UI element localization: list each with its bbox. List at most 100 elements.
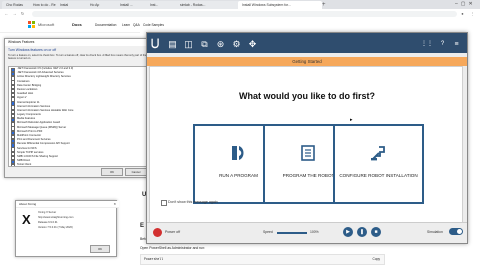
browser-tab[interactable]: Cho Rodas	[2, 1, 31, 9]
run-program-icon	[232, 146, 244, 160]
browser-tab[interactable]: How to do - Re	[29, 1, 58, 9]
power-status-label: Power off	[165, 230, 181, 234]
feature-label: Remote Differential Compression API Supp…	[17, 142, 70, 146]
ok-button[interactable]: OK	[90, 245, 110, 253]
feature-label: .NET Framework 4.8 Advanced Services	[17, 71, 64, 75]
toggle-knob	[457, 229, 462, 234]
run-icon[interactable]: ⊛	[215, 39, 226, 50]
about-title-text: About Xming	[19, 202, 37, 206]
dialog-title: Windows Features ✕	[5, 39, 154, 46]
grid-icon[interactable]: ⋮⋮	[421, 39, 433, 50]
dialog-title-text: Windows Features	[8, 40, 35, 44]
feature-label: Hyper-V	[17, 96, 27, 100]
dialog-heading: Turn Windows features on or off	[8, 48, 57, 52]
docs-section-heading: E	[140, 223, 145, 229]
feature-label: MultiPoint Connector	[17, 134, 42, 137]
new-tab-icon[interactable]: +	[322, 1, 326, 9]
configure-installation-card[interactable]: CONFIGURE ROBOT INSTALLATION	[333, 124, 424, 204]
feature-label: Media Features	[17, 117, 36, 121]
configure-installation-icon	[371, 146, 385, 161]
feature-label: Telnet Client	[17, 163, 32, 167]
url-input[interactable]	[32, 10, 457, 17]
step-icon[interactable]: ❚	[357, 227, 367, 237]
new-file-icon[interactable]: ▤	[167, 39, 178, 50]
xming-logo-icon: X	[22, 212, 31, 227]
feature-label: Microsoft Print to PDF	[17, 129, 43, 133]
feature-label: Data Center Bridging	[17, 83, 42, 87]
menu-icon[interactable]: ⋮	[470, 11, 475, 16]
close-icon[interactable]: ✕	[113, 201, 116, 207]
ok-button[interactable]: OK	[101, 168, 123, 176]
stop-icon[interactable]: ■	[371, 227, 381, 237]
power-off-button[interactable]	[153, 228, 162, 237]
ursim-footer: Power off Speed 100% ▶ ❚ ■ Simulation	[147, 222, 467, 243]
mouse-cursor-icon: ▸	[350, 117, 353, 123]
feature-label: .NET Framework 3.5 (includes .NET 2.0 an…	[17, 67, 74, 70]
ursim-header: ⋃ ▤ ◫ ⧉ ⊛ ⚙ ✥ ⋮⋮ ? ≡	[147, 33, 467, 53]
feature-label: Legacy Components	[17, 113, 41, 117]
cancel-button[interactable]: Cancel	[125, 168, 147, 176]
program-robot-icon	[301, 145, 315, 161]
reload-icon[interactable]: ↻	[20, 11, 25, 16]
feature-label: Internet Information Services Hostable W…	[17, 108, 74, 112]
simulation-toggle[interactable]	[449, 228, 463, 235]
browser-tab-active[interactable]: Install Windows Subsystem for...	[238, 1, 322, 9]
getting-started-bar: Getting Started	[147, 57, 467, 66]
feature-label: Microsoft Message Queue (MSMQ) Server	[17, 125, 67, 129]
ur-logo-icon: ⋃	[151, 38, 160, 49]
nav-learn[interactable]: Learn	[122, 18, 130, 32]
about-line: Version 7.5.0.31 (7 May 2020)	[38, 226, 73, 229]
forward-icon[interactable]: →	[12, 11, 17, 16]
feature-label: Print and Document Services	[17, 138, 51, 142]
brand-name: Microsoft	[38, 22, 55, 27]
about-title: About Xming ✕	[16, 201, 119, 208]
browser-tab[interactable]: Instal	[56, 1, 88, 9]
browser-tab[interactable]: simlab - Rodas...	[176, 1, 240, 9]
dont-show-checkbox[interactable]	[161, 200, 167, 206]
browser-tab[interactable]: Install ...	[116, 1, 148, 9]
back-icon[interactable]: ←	[4, 11, 9, 16]
feature-label: Internet Explorer 11	[17, 100, 40, 104]
about-dialog: About Xming ✕ X Xming X Server http://ww…	[15, 200, 119, 257]
feature-label: Guarded Host	[17, 92, 34, 96]
card-label: CONFIGURE ROBOT INSTALLATION	[339, 173, 418, 178]
docs-paragraph: Open PowerShell as Administrator and run…	[140, 246, 206, 250]
browser-tab[interactable]: Inst...	[146, 1, 178, 9]
browser-tab[interactable]: Ho Ap	[86, 1, 118, 9]
help-icon[interactable]: ?	[437, 39, 448, 50]
docs-section[interactable]: Docs	[72, 18, 82, 32]
feature-label: SMB 1.0/CIFS File Sharing Support	[17, 154, 58, 158]
profile-icon[interactable]: ●	[460, 11, 465, 16]
code-language: Powershell	[144, 257, 164, 261]
nav-documentation[interactable]: Documentation	[95, 18, 116, 32]
feature-checkbox[interactable]	[11, 164, 16, 166]
feature-label: Microsoft Defender Application Guard	[17, 121, 61, 125]
simulation-label: Simulation	[427, 230, 443, 234]
dialog-description: To turn a feature on, select its check b…	[8, 54, 147, 61]
about-line: http://www.straightrunning.com	[38, 216, 74, 219]
speed-value: 100%	[310, 230, 319, 234]
nav-qa[interactable]: Q&A	[133, 18, 140, 32]
open-file-icon[interactable]: ◫	[183, 39, 194, 50]
speed-slider-track[interactable]	[277, 232, 307, 234]
feature-label: Device Lockdown	[17, 87, 38, 91]
feature-list-item[interactable]: Telnet Client	[9, 163, 147, 167]
browser-tab-bar: Cho Rodas How to do - Re Instal Ho Ap In…	[0, 0, 480, 9]
nav-code-samples[interactable]: Code Samples	[143, 18, 164, 32]
hamburger-menu-icon[interactable]: ≡	[451, 39, 462, 50]
feature-label: Active Directory Lightweight Directory S…	[17, 75, 71, 79]
features-list[interactable]: .NET Framework 3.5 (includes .NET 2.0 an…	[8, 66, 148, 167]
about-line: Xming X Server	[38, 211, 57, 214]
window-controls[interactable]: –▢✕	[455, 0, 476, 9]
installation-icon[interactable]: ⚙	[231, 39, 242, 50]
move-icon[interactable]: ✥	[247, 39, 258, 50]
save-icon[interactable]: ⧉	[199, 39, 210, 50]
copy-button[interactable]: Copy	[373, 255, 380, 264]
code-block: Powershell Copy	[140, 254, 385, 265]
feature-label: SMB Direct	[17, 159, 31, 163]
getting-started-question: What would you like to do first?	[239, 91, 375, 101]
dont-show-label: Don't show this message again	[168, 199, 218, 204]
speed-slider-fill	[277, 232, 307, 234]
play-icon[interactable]: ▶	[343, 227, 353, 237]
microsoft-logo-icon	[28, 21, 35, 28]
